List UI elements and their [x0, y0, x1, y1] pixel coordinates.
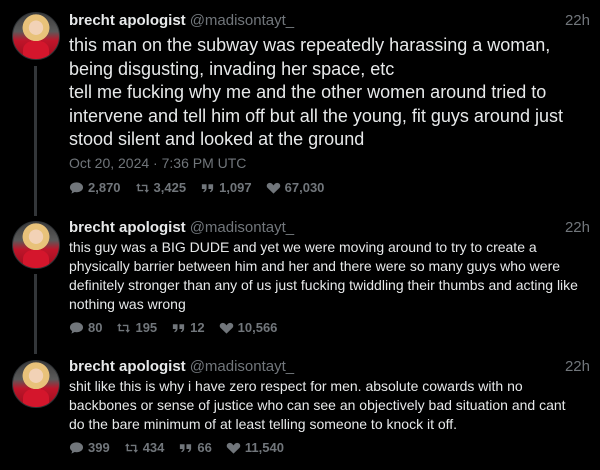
retweet-button[interactable]: 3,425 — [135, 180, 187, 195]
tweet-text-line: backbones or sense of justice who can se… — [69, 397, 566, 413]
like-icon — [226, 442, 241, 454]
retweet-count: 434 — [142, 440, 165, 455]
tweet-text-line: being disgusting, invading her space, et… — [69, 58, 395, 79]
quote-button[interactable]: 12 — [171, 320, 205, 335]
tweet-reply[interactable]: brecht apologist @madisontayt_ 22h shit l… — [0, 355, 600, 470]
quote-icon — [201, 183, 214, 192]
avatar[interactable] — [12, 12, 60, 60]
like-icon — [219, 322, 233, 334]
relative-time[interactable]: 22h — [565, 358, 590, 375]
avatar[interactable] — [12, 221, 60, 269]
quote-count: 66 — [197, 440, 212, 455]
reply-icon — [69, 441, 84, 454]
reply-button[interactable]: 399 — [69, 440, 110, 455]
relative-time[interactable]: 22h — [565, 12, 590, 29]
reply-button[interactable]: 2,870 — [69, 180, 121, 195]
tweet-header: brecht apologist @madisontayt_ — [69, 12, 294, 29]
tweet-text-line: do the bare minimum of at least telling … — [69, 416, 458, 432]
reply-button[interactable]: 80 — [69, 320, 102, 335]
tweet-text-line: this guy was a BIG DUDE and yet we were … — [69, 239, 537, 255]
like-icon — [266, 182, 280, 194]
tweet-text-line: nothing was wrong — [69, 296, 186, 312]
tweet-header: brecht apologist @madisontayt_ — [69, 219, 294, 236]
like-count: 67,030 — [284, 180, 325, 195]
tweet-text: this man on the subway was repeatedly ha… — [69, 34, 589, 152]
reply-count: 80 — [88, 320, 103, 335]
display-name[interactable]: brecht apologist — [69, 358, 186, 375]
quote-icon — [173, 323, 185, 332]
quote-count: 12 — [190, 320, 205, 335]
reply-count: 2,870 — [88, 180, 121, 195]
tweet-text-line: stood silent and looked at the ground — [69, 129, 365, 149]
quote-button[interactable]: 1,097 — [200, 180, 252, 195]
user-handle[interactable]: @madisontayt_ — [190, 219, 294, 236]
tweet-text-line: intervene and tell him off but all the y… — [69, 105, 563, 126]
tweet-timestamp[interactable]: Oct 20, 2024 · 7:36 PM UTC — [69, 155, 246, 171]
reply-icon — [69, 321, 84, 334]
tweet-text: this guy was a BIG DUDE and yet we were … — [69, 238, 589, 314]
tweet-text-line: this man on the subway was repeatedly ha… — [69, 35, 551, 55]
retweet-icon — [135, 182, 149, 193]
display-name[interactable]: brecht apologist — [69, 12, 186, 29]
user-handle[interactable]: @madisontayt_ — [190, 12, 294, 29]
tweet-main[interactable]: brecht apologist @madisontayt_ 22h this m… — [0, 0, 600, 215]
reply-count: 399 — [88, 440, 110, 455]
retweet-count: 195 — [135, 320, 158, 335]
reply-icon — [69, 181, 84, 194]
retweet-count: 3,425 — [153, 180, 187, 195]
quote-count: 1,097 — [219, 180, 252, 195]
like-count: 11,540 — [244, 440, 284, 455]
like-button[interactable]: 11,540 — [226, 440, 284, 455]
retweet-icon — [117, 322, 131, 333]
relative-time[interactable]: 22h — [565, 219, 590, 236]
tweet-header: brecht apologist @madisontayt_ — [69, 358, 294, 375]
tweet-text-line: definitely stronger than any of us just … — [69, 277, 578, 293]
retweet-button[interactable]: 434 — [124, 440, 165, 455]
tweet-text-line: shit like this is why i have zero respec… — [69, 378, 523, 394]
tweet-text-line: physically barrier between him and her a… — [69, 258, 561, 274]
tweet-text: shit like this is why i have zero respec… — [69, 377, 589, 434]
tweet-reply[interactable]: brecht apologist @madisontayt_ 22h this g… — [0, 215, 600, 355]
quote-icon — [180, 443, 192, 452]
tweet-actions: 2,870 3,425 1,097 67,030 — [69, 180, 324, 195]
tweet-text-line: tell me fucking why me and the other wom… — [69, 82, 547, 102]
quote-button[interactable]: 66 — [178, 440, 212, 455]
retweet-button[interactable]: 195 — [116, 320, 157, 335]
user-handle[interactable]: @madisontayt_ — [190, 358, 294, 375]
retweet-icon — [124, 442, 138, 453]
tweet-actions: 80 195 12 10,566 — [69, 320, 277, 335]
avatar[interactable] — [12, 360, 60, 408]
like-button[interactable]: 10,566 — [219, 320, 278, 335]
tweet-actions: 399 434 66 11,540 — [69, 440, 284, 455]
like-count: 10,566 — [237, 320, 278, 335]
like-button[interactable]: 67,030 — [266, 180, 325, 195]
display-name[interactable]: brecht apologist — [69, 219, 186, 236]
